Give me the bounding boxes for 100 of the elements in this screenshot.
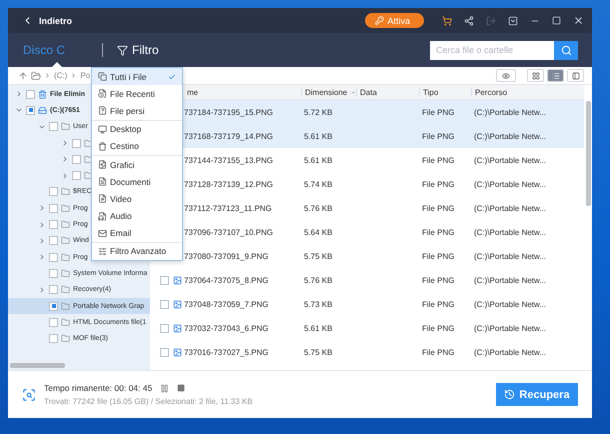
column-header[interactable]: Data [356,88,419,96]
file-size: 5.76 KB [303,204,334,212]
checkbox[interactable] [160,276,169,284]
checkbox[interactable] [49,220,58,230]
list-view-button[interactable] [547,69,564,82]
file-name[interactable]: 737080-737091_9.PNG [184,252,301,260]
file-path: (C:)\Portable Netw... [473,348,548,356]
checkbox[interactable] [49,236,58,246]
search-icon [560,44,572,56]
folder-icon [61,220,70,230]
cart-icon[interactable] [442,16,452,26]
maximize-icon[interactable] [552,16,561,25]
file-name[interactable]: 737128-737139_12.PNG [184,180,301,188]
column-header[interactable]: Percorso [471,88,584,96]
time-remaining: Tempo rimanente: 00: 04: 45 [44,383,152,393]
menu-item[interactable]: Cestino [92,138,182,155]
folder-icon [61,334,70,344]
close-icon[interactable] [573,15,584,26]
expand-icon[interactable] [15,90,23,98]
checkbox[interactable] [72,138,81,148]
menu-item[interactable]: Email [92,224,182,242]
search-button[interactable] [554,40,578,60]
list-icon [552,72,560,80]
checkbox[interactable] [26,90,35,99]
logout-icon[interactable] [486,16,496,26]
file-name[interactable]: 737168-737179_14.PNG [184,132,301,140]
file-name[interactable]: 737032-737043_6.PNG [184,324,301,332]
column-header[interactable]: Tipo [419,88,471,96]
checkbox[interactable] [49,318,58,327]
scrollbar[interactable] [586,101,591,206]
breadcrumb-item[interactable]: (C:) [54,71,68,80]
up-arrow-icon[interactable] [18,70,28,80]
filter-icon[interactable] [117,44,128,56]
preview-button[interactable] [496,69,516,82]
checkbox[interactable] [49,204,58,213]
checkbox[interactable] [49,187,58,196]
file-name[interactable]: 737096-737107_10.PNG [184,228,301,236]
eye-icon [502,72,510,80]
menu-item[interactable]: Grafici [92,156,182,174]
checkbox[interactable] [49,122,58,132]
file-name[interactable]: 737144-737155_13.PNG [184,156,301,164]
checkbox[interactable] [160,324,169,332]
check-icon [168,72,176,81]
folder-icon [61,204,70,213]
folder-icon [61,268,70,278]
file-name[interactable]: 737016-737027_5.PNG [184,348,301,356]
share-icon[interactable] [464,16,474,26]
file-size: 5.61 KB [303,156,334,164]
checkbox[interactable] [72,171,81,180]
checkbox[interactable] [49,252,58,262]
dropdown-icon[interactable] [508,16,518,26]
file-name[interactable]: 737064-737075_8.PNG [184,276,301,284]
checkbox[interactable] [72,154,81,164]
checkbox[interactable] [49,285,58,294]
breadcrumb-item[interactable]: Po [80,71,90,80]
menu-item[interactable]: Desktop [92,120,182,138]
file-name[interactable]: 737184-737195_15.PNG [184,108,301,116]
search-field[interactable]: Cerca file o cartelle [430,40,554,60]
menu-item[interactable]: Audio [92,208,182,225]
menu-item[interactable]: File persi [92,102,182,120]
chevron-icon [70,72,78,79]
menu-item[interactable]: Video [92,190,182,208]
grid-view-button[interactable] [527,69,544,82]
folder-icon [61,285,70,294]
menu-item[interactable]: Filtro Avanzato [92,242,182,260]
file-name[interactable]: 737048-737059_7.PNG [184,300,301,308]
checkbox[interactable] [26,106,35,115]
file-path: (C:)\Portable Netw... [473,300,548,308]
file-type: File PNG [421,180,456,188]
folder-icon [61,122,70,132]
stop-icon[interactable] [177,384,186,392]
file-name[interactable]: 737112-737123_11.PNG [184,204,301,212]
folder-icon [61,236,70,246]
file-type: File PNG [421,108,456,116]
file-size: 5.75 KB [303,348,334,356]
column-header[interactable]: me [184,88,301,96]
filter-label[interactable]: Filtro [132,43,159,57]
expand-icon[interactable] [38,286,46,294]
file-size: 5.76 KB [303,276,334,284]
menu-item[interactable]: Tutti i File [92,68,182,86]
checkbox[interactable] [49,334,58,344]
column-header[interactable]: Dimensione [301,88,356,96]
file-question-icon [98,106,107,116]
checkbox[interactable] [160,348,169,356]
checkbox[interactable] [49,268,58,278]
file-size: 5.75 KB [303,252,334,260]
key-icon [375,16,384,25]
pause-icon[interactable] [160,384,170,392]
file-type: File PNG [421,204,456,212]
menu-item[interactable]: Documenti [92,173,182,190]
file-type: File PNG [421,276,456,284]
image-file-icon [98,160,107,170]
location-icon[interactable] [31,70,41,80]
file-path: (C:)\Portable Netw... [473,276,548,284]
checkbox[interactable] [49,302,58,310]
checkbox[interactable] [160,300,169,308]
scrollbar[interactable] [10,363,65,368]
back-link[interactable]: Indietro [39,16,72,26]
detail-view-button[interactable] [567,69,584,82]
menu-item[interactable]: File Recenti [92,85,182,102]
